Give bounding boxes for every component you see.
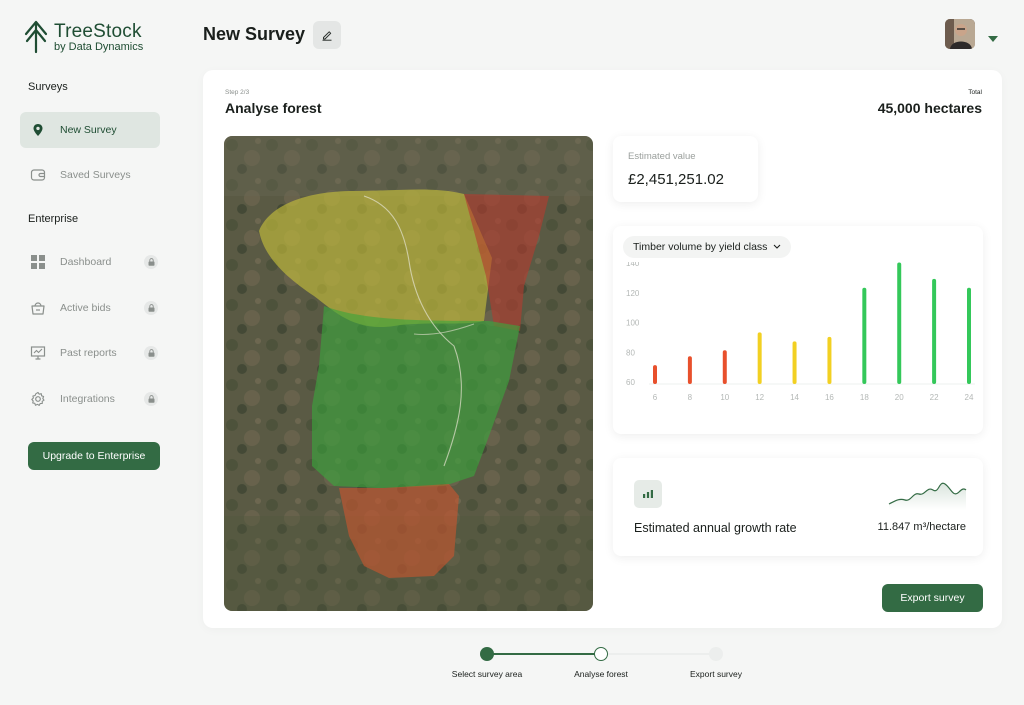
lock-icon [144,392,158,406]
brand-logo[interactable]: TreeStock by Data Dynamics [24,20,143,54]
lock-icon [144,346,158,360]
x-tick-label: 12 [755,393,764,402]
x-tick-label: 16 [825,393,834,402]
wallet-icon [30,167,46,183]
forest-map[interactable] [224,136,593,611]
growth-rate-value: 11.847 m³/hectare [877,521,966,533]
estimated-value-card: Estimated value £2,451,251.02 [613,136,758,202]
growth-rate-card: Estimated annual growth rate 11.847 m³/h… [613,458,983,556]
brand-tagline: by Data Dynamics [54,40,144,53]
lock-icon [144,301,158,315]
step-title: Analyse forest [225,100,322,116]
sidebar-item-saved-surveys[interactable]: Saved Surveys [20,157,160,193]
x-tick-label: 14 [790,393,799,402]
x-tick-label: 18 [860,393,869,402]
lock-icon [144,255,158,269]
chart-metric-select[interactable]: Timber volume by yield class [623,236,792,258]
brand-name: TreeStock [54,20,142,42]
enterprise-section-label: Enterprise [28,213,79,225]
step-indicator: Step 2/3 [225,89,250,96]
y-tick-label: 80 [626,348,635,357]
growth-rate-title: Estimated annual growth rate [634,521,797,535]
grid-icon [30,254,46,270]
presentation-icon [30,345,46,361]
x-tick-label: 24 [965,393,974,402]
chevron-down-icon [774,244,781,249]
progress-stepper: Select survey area Analyse forest Export… [0,640,1024,690]
estimated-value-label: Estimated value [628,151,696,162]
sidebar-item-label: New Survey [60,124,117,136]
chart-metric-label: Timber volume by yield class [633,241,768,253]
surveys-section-label: Surveys [28,81,68,93]
x-tick-label: 6 [653,393,658,402]
sidebar-item-label: Dashboard [60,256,112,268]
stepper-line-pending [601,653,716,655]
step-dot-select-survey-area[interactable] [480,647,494,661]
x-tick-label: 22 [930,393,939,402]
export-survey-button[interactable]: Export survey [882,584,983,612]
gear-icon [30,391,46,407]
sidebar-item-active-bids[interactable]: Active bids [20,290,160,326]
step-label-analyse-forest: Analyse forest [574,669,628,679]
x-tick-label: 8 [688,393,693,402]
edit-title-button[interactable] [313,21,341,49]
timber-volume-chart-card: Timber volume by yield class 60 80 100 120 1… [613,226,983,434]
sidebar-item-new-survey[interactable]: New Survey [20,112,160,148]
sidebar-item-label: Saved Surveys [60,169,131,181]
sidebar-item-label: Active bids [60,302,111,314]
sidebar-item-dashboard[interactable]: Dashboard [20,244,160,280]
tree-logo-icon [24,20,48,54]
stepper-line-complete [487,653,601,655]
bar-chart-icon [634,480,662,508]
account-dropdown-chevron-icon[interactable] [988,30,998,48]
survey-card: Step 2/3 Analyse forest Total 45,000 hec… [203,70,1002,628]
sidebar-item-label: Past reports [60,347,117,359]
pencil-icon [322,31,332,41]
y-tick-label: 120 [626,289,640,298]
avatar[interactable] [945,19,975,49]
page-title: New Survey [203,24,306,44]
step-dot-analyse-forest[interactable] [594,647,608,661]
total-hectares: 45,000 hectares [877,100,982,116]
growth-sparkline [888,482,967,510]
y-tick-label: 60 [626,378,635,387]
y-tick-label: 140 [626,262,640,268]
map-pin-icon [30,122,46,138]
sidebar-item-past-reports[interactable]: Past reports [20,335,160,371]
sidebar-item-integrations[interactable]: Integrations [20,381,160,417]
basket-icon [30,300,46,316]
sidebar-item-label: Integrations [60,393,115,405]
y-tick-label: 100 [626,319,640,328]
step-label-export-survey: Export survey [690,669,742,679]
timber-volume-chart: 60 80 100 120 140 6 8 10 12 14 16 18 20 22 24 [626,262,975,402]
sidebar: TreeStock by Data Dynamics Surveys New S… [0,0,186,705]
x-tick-label: 10 [720,393,729,402]
estimated-value-amount: £2,451,251.02 [628,171,724,188]
x-tick-label: 20 [895,393,904,402]
step-dot-export-survey[interactable] [709,647,723,661]
total-label: Total [968,89,982,96]
upgrade-to-enterprise-button[interactable]: Upgrade to Enterprise [28,442,160,470]
step-label-select-survey-area: Select survey area [451,669,523,679]
